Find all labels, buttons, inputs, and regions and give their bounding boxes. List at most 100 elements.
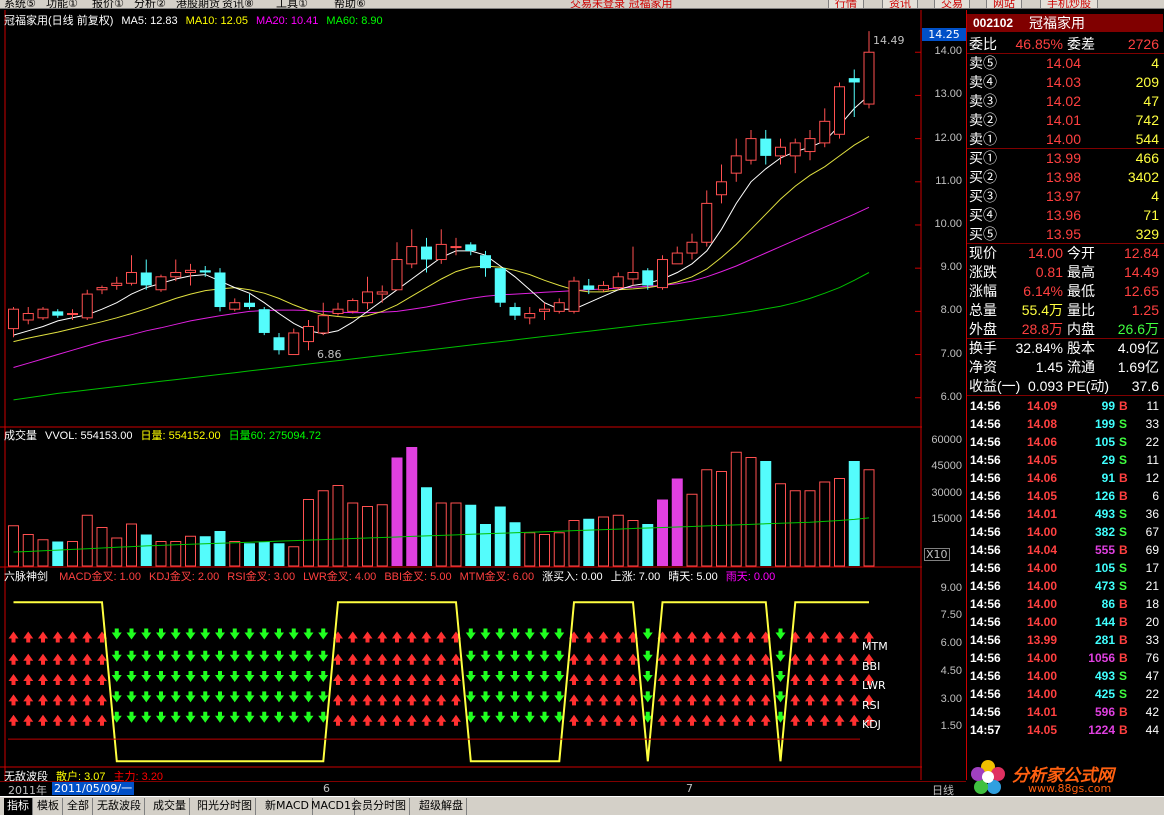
quote-1-label2: 最高	[1067, 264, 1095, 280]
tick-count-15: 47	[1145, 669, 1159, 683]
volume-bar-42	[627, 520, 639, 567]
bid-1-row: 买② 13.98 3402	[967, 168, 1163, 187]
volume-bar-37	[553, 532, 565, 567]
indicator-row-label-3: RSI	[862, 698, 880, 712]
price-axis-label-0: 14.00	[934, 45, 962, 58]
tick-time-12: 14:56	[970, 615, 1001, 629]
tick-time-15: 14:56	[970, 669, 1001, 683]
ma5-value: MA5: 12.83	[121, 15, 178, 27]
volume-bar-52	[775, 483, 786, 567]
menu-6[interactable]: 工具①	[276, 0, 308, 8]
quote-2-value2: 12.65	[1123, 283, 1159, 299]
weibi-row: 委比 46.85% 委差 2726	[967, 35, 1163, 54]
menu-1[interactable]: 功能①	[46, 0, 78, 8]
tick-price-12: 14.00	[1027, 615, 1058, 629]
tick-count-1: 33	[1145, 417, 1159, 431]
day-volume-value: 日量: 554152.00	[140, 430, 221, 442]
ask-2-row: 卖③ 14.02 47	[967, 92, 1163, 111]
volume-bar-4	[67, 541, 78, 567]
tick-side-17: B	[1119, 705, 1128, 719]
candle-body-41	[612, 276, 624, 289]
tick-volume-17: 596	[1094, 705, 1115, 719]
tick-side-10: S	[1119, 579, 1128, 593]
tick-row-16: 14:56 14.00 425 S 22	[967, 685, 1163, 703]
bottom-tab-9[interactable]: 超级解盘	[416, 798, 467, 815]
date-input[interactable]: 2011/05/09/一	[52, 782, 135, 795]
tick-side-15: S	[1119, 669, 1128, 683]
main-chart-area[interactable]	[0, 10, 922, 780]
price-axis-label-3: 11.00	[935, 174, 962, 187]
bid-1-label: 买②	[969, 169, 997, 185]
fund-2-value: 0.093	[1027, 378, 1063, 394]
volume-bar-38	[568, 520, 580, 567]
candle-body-29	[435, 243, 447, 261]
fund-0-value: 32.84%	[1015, 340, 1063, 356]
bottom-tab-8[interactable]: 会员分时图	[348, 798, 410, 815]
menu-button-1[interactable]: 资讯	[882, 0, 918, 8]
bid-2-value: 13.97	[1045, 188, 1081, 204]
menu-4[interactable]: 港股期货	[176, 0, 220, 8]
ask-1-label: 卖④	[969, 74, 997, 90]
tick-price-1: 14.08	[1027, 417, 1058, 431]
bottom-tab-5[interactable]: 阳光分时图	[194, 798, 256, 815]
candle-body-2	[37, 308, 49, 319]
tick-row-4: 14:56 14.06 91 B 12	[967, 469, 1163, 487]
tick-time-5: 14:56	[970, 489, 1001, 503]
tick-row-14: 14:56 14.00 1056 B 76	[967, 649, 1163, 667]
tick-count-8: 69	[1145, 543, 1159, 557]
menu-bar: 系统⑤ 功能① 报价① 分析② 港股期货 资讯⑧ 工具① 帮助⑥ 交易未登录 冠福家用 行情 资讯 交…	[0, 0, 1164, 9]
menu-2[interactable]: 报价①	[92, 0, 124, 8]
indicator-header: 六脉神剑 MACD金叉: 1.00 KDJ金叉: 2.00 RSI金叉: 3.00 L…	[4, 568, 783, 583]
price-axis-label-6: 8.00	[940, 304, 962, 317]
current-price-tag: 14.25	[922, 28, 966, 41]
tick-volume-0: 99	[1101, 399, 1115, 413]
bottom-tab-1[interactable]: 模板	[34, 798, 63, 815]
tick-count-2: 22	[1145, 435, 1159, 449]
volume-bar-55	[819, 481, 831, 567]
candle-body-35	[524, 313, 536, 319]
menu-5[interactable]: 资讯⑧	[222, 0, 254, 8]
menu-button-4[interactable]: 手机炒股	[1040, 0, 1098, 8]
menu-button-3[interactable]: 网站	[986, 0, 1022, 8]
divider-5	[967, 395, 1164, 396]
menu-button-2[interactable]: 交易	[934, 0, 970, 8]
menu-0[interactable]: 系统⑤	[4, 0, 36, 8]
volume-bar-3	[52, 541, 64, 566]
ask-4-value: 14.00	[1045, 131, 1081, 147]
tick-price-11: 14.00	[1027, 597, 1058, 611]
candle-body-25	[376, 291, 388, 295]
quote-0-label: 现价	[969, 245, 997, 261]
indicator-axis: 9.00 7.50 6.00 4.50 3.00 1.50	[922, 567, 966, 767]
menu-7[interactable]: 帮助⑥	[334, 0, 366, 8]
tick-time-0: 14:56	[970, 399, 1001, 413]
tick-volume-8: 555	[1094, 543, 1115, 557]
tick-volume-6: 493	[1094, 507, 1115, 521]
volume-bar-17	[258, 541, 270, 566]
indicator-item-6: 涨买入: 0.00	[542, 571, 603, 583]
stock-title-bar: 002102 冠福家用	[967, 14, 1163, 32]
ask-3-value: 14.01	[1045, 112, 1081, 128]
tick-side-9: S	[1119, 561, 1128, 575]
volume-title: 成交量	[4, 430, 37, 442]
bid-2-row: 买③ 13.97 4	[967, 187, 1163, 206]
volume-bar-15	[229, 541, 241, 567]
ask-4-row: 卖① 14.00 544	[967, 130, 1163, 149]
bottom-tab-0[interactable]: 指标	[4, 798, 33, 815]
tick-time-9: 14:56	[970, 561, 1001, 575]
tick-count-18: 44	[1145, 723, 1159, 737]
price-axis-label-7: 7.00	[940, 347, 962, 360]
candle-body-50	[745, 138, 757, 161]
candle-body-36	[539, 308, 550, 312]
tick-volume-2: 105	[1094, 435, 1115, 449]
bottom-tab-2[interactable]: 全部	[64, 798, 93, 815]
menu-button-0[interactable]: 行情	[828, 0, 864, 8]
bottom-tab-3[interactable]: 无敌波段	[94, 798, 145, 815]
quote-1-row: 涨跌 0.81 最高 14.49	[967, 263, 1163, 282]
quote-3-label2: 量比	[1067, 302, 1095, 318]
tick-time-4: 14:56	[970, 471, 1001, 485]
bottom-tab-4[interactable]: 成交量	[150, 798, 190, 815]
bottom-tab-6[interactable]: 新MACD	[262, 798, 313, 815]
menu-3[interactable]: 分析②	[134, 0, 166, 8]
volume-bar-7	[111, 537, 123, 567]
candle-body-4	[67, 313, 78, 316]
